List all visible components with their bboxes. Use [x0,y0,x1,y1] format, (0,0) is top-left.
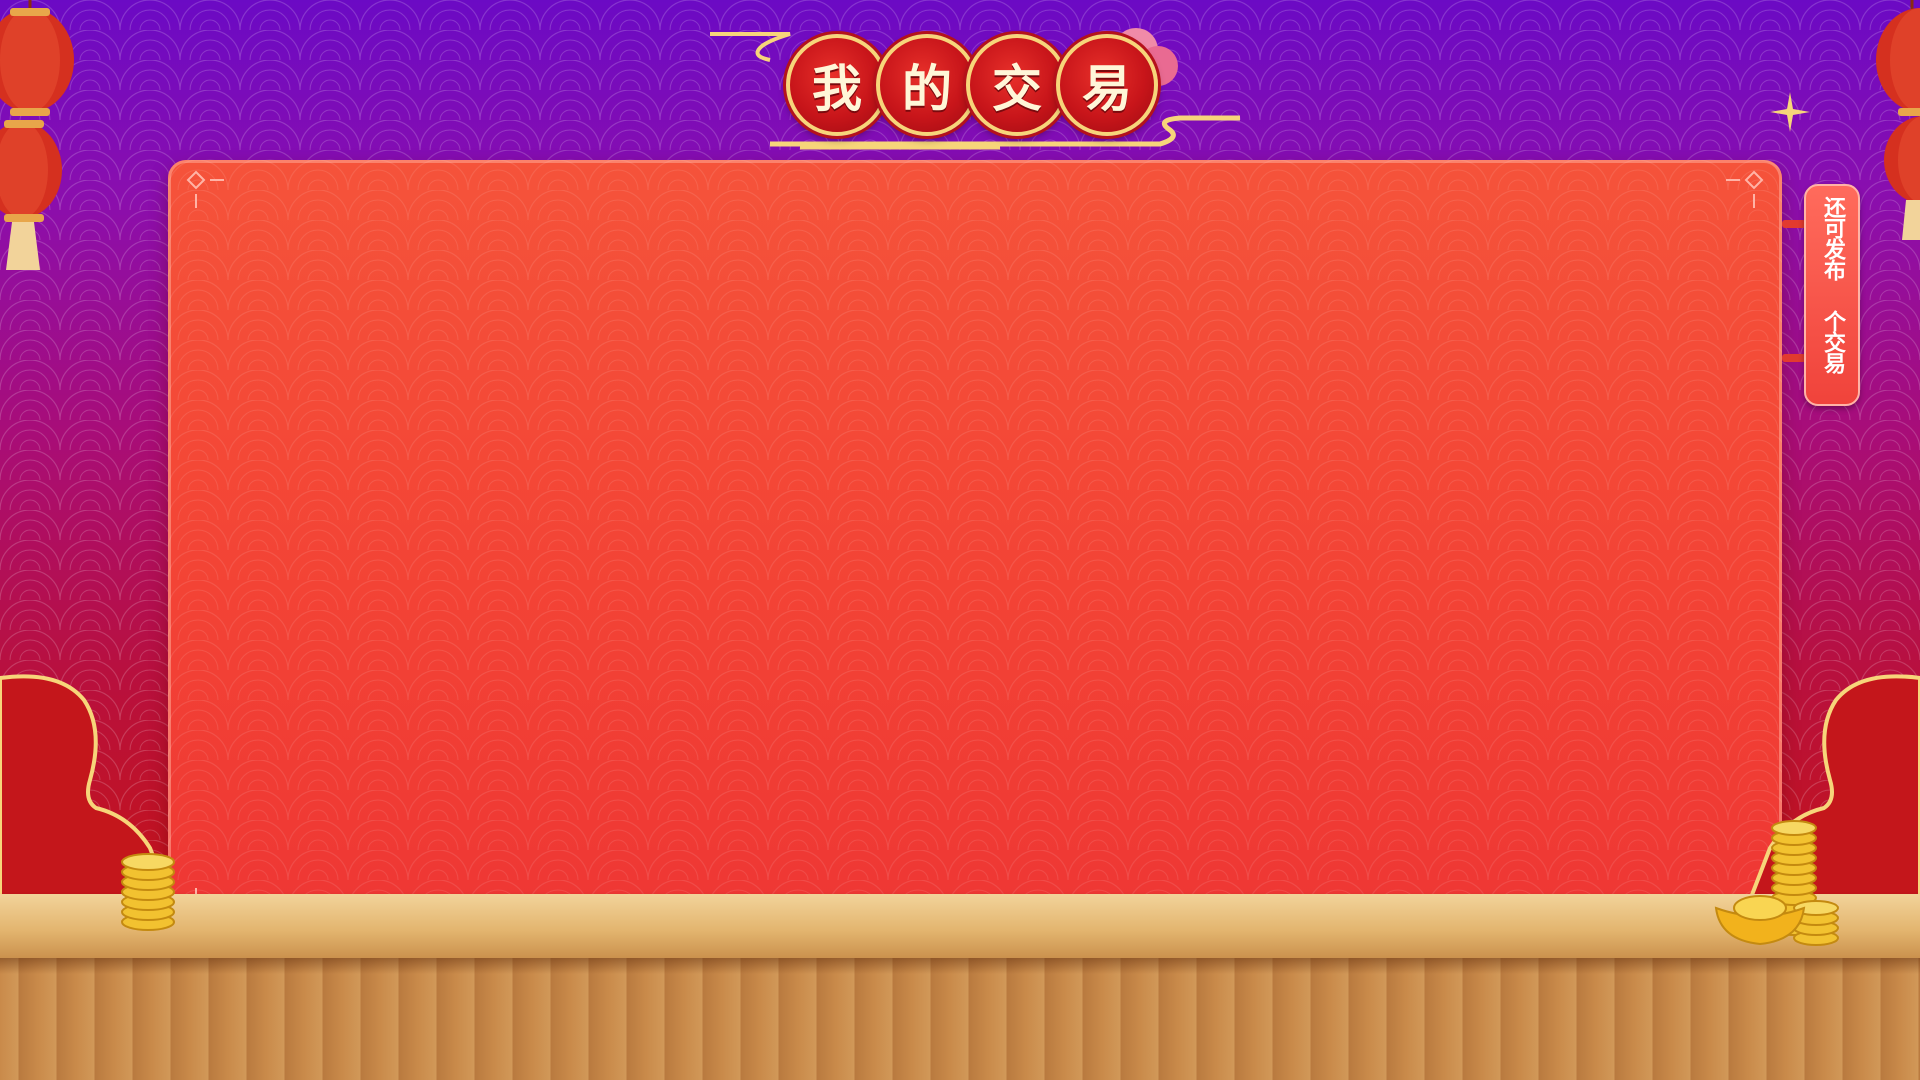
page-title: 我 的 交 易 [700,20,1240,160]
trade-screen: 我 的 交 易 还可发布 个交易 [0,0,1920,1080]
gold-coin-icon [121,853,175,931]
tab-connector [1782,220,1806,228]
lantern-icon [1876,0,1920,240]
gold-ingot-icon [1714,895,1806,946]
tab-connector [1782,354,1806,362]
sparkle-icon [1770,92,1810,132]
title-char-badge: 的 [876,34,978,136]
title-char-badge: 交 [966,34,1068,136]
table-shadow [0,958,1920,974]
trade-list-panel [168,160,1782,936]
title-char-badge: 我 [786,34,888,136]
title-char-badge: 易 [1056,34,1158,136]
remaining-publish-count-tab: 还可发布 个交易 [1804,184,1860,406]
wooden-table-top [0,894,1920,960]
corner-ornament-icon [1726,170,1764,208]
corner-ornament-icon [186,170,224,208]
remaining-publish-label: 还可发布 [1820,196,1845,280]
trade-unit-label: 个交易 [1820,310,1845,373]
wooden-table-front [0,958,1920,1080]
lantern-icon [0,0,74,270]
panel-wave-pattern [168,160,1782,936]
